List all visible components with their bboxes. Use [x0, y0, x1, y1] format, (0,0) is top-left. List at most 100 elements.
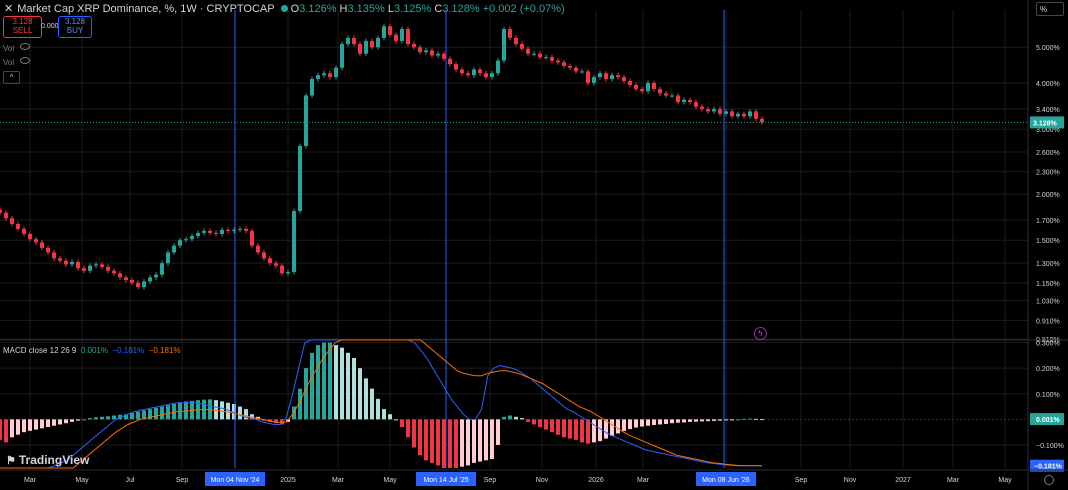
macd-hist-bar — [388, 414, 392, 420]
settings-icon[interactable] — [1044, 475, 1054, 485]
candle-body — [328, 73, 332, 78]
candle-body — [340, 44, 344, 68]
macd-hist-bar — [514, 416, 518, 420]
candle-body — [358, 44, 362, 54]
macd-hist-bar — [400, 419, 404, 428]
candle-body — [100, 264, 104, 267]
legend-row-vol-1[interactable]: Vol — [3, 43, 31, 53]
candle-body — [568, 65, 572, 68]
macd-hist-bar — [610, 419, 614, 436]
time-tick-label: Mar — [947, 477, 960, 484]
macd-tick-label: 0.200% — [1036, 366, 1060, 373]
tradingview-logo-icon: ⚑ — [6, 455, 16, 467]
macd-hist-bar — [736, 419, 740, 421]
candle-body — [574, 67, 578, 72]
time-tick-label: Sep — [484, 477, 497, 484]
price-tick-label: 3.400% — [1036, 107, 1060, 114]
candle-body — [658, 89, 662, 94]
price-tick-label: 1.300% — [1036, 261, 1060, 268]
macd-tick-label: 0.300% — [1036, 341, 1060, 348]
candle-body — [136, 282, 140, 288]
macd-hist-bar — [436, 419, 440, 466]
candle-body — [16, 223, 20, 229]
macd-hist-bar — [130, 412, 134, 420]
price-tick-label: 1.700% — [1036, 218, 1060, 225]
macd-hist-bar — [418, 419, 422, 456]
legend-row-vol-2[interactable]: Vol — [3, 57, 31, 67]
macd-hist-bar — [472, 419, 476, 463]
macd-hist-bar — [358, 368, 362, 420]
tradingview-logo: ⚑ TradingView — [6, 453, 90, 467]
collapse-legend-button[interactable]: ^ — [3, 71, 20, 84]
macd-hist-bar — [544, 419, 548, 430]
time-tick-label: Sep — [176, 477, 189, 484]
candle-body — [184, 239, 188, 241]
candle-body — [280, 265, 284, 274]
candle-body — [88, 265, 92, 271]
candle-body — [490, 73, 494, 78]
eye-icon[interactable] — [20, 43, 31, 50]
macd-hist-bar — [724, 419, 728, 421]
macd-hist-bar — [82, 419, 86, 421]
macd-hist-bar — [160, 406, 164, 420]
candle-body — [292, 210, 296, 273]
macd-hist-bar — [322, 342, 326, 420]
candle-body — [670, 95, 674, 97]
symbol-title[interactable]: Market Cap XRP Dominance, % — [17, 3, 174, 15]
market-status-icon — [280, 5, 288, 12]
macd-hist-bar — [292, 406, 296, 420]
candle-body — [346, 37, 350, 45]
candle-body — [400, 29, 404, 41]
scale-mode-button[interactable]: % — [1036, 2, 1064, 16]
macd-hist-bar — [316, 345, 320, 420]
close-value: 3.128% — [442, 3, 480, 15]
time-marker-label: Mon 04 Nov '24 — [211, 477, 260, 484]
macd-hist-bar — [154, 407, 158, 420]
candle-body — [202, 230, 206, 233]
macd-hist-bar — [574, 419, 578, 440]
macd-hist-bar — [0, 419, 2, 440]
time-tick-label: Mar — [24, 477, 37, 484]
candle-body — [442, 53, 446, 59]
candle-body — [586, 71, 590, 83]
macd-hist-bar — [586, 419, 590, 444]
candle-body — [484, 73, 488, 78]
close-icon[interactable]: ✕ — [4, 3, 13, 15]
macd-hist-bar — [538, 419, 542, 428]
candle-body — [508, 29, 512, 38]
macd-hist-bar — [664, 419, 668, 424]
candle-body — [238, 228, 242, 230]
macd-hist-bar — [328, 342, 332, 420]
candle-body — [418, 47, 422, 53]
sell-button[interactable]: 3.128 SELL — [3, 16, 42, 38]
candle-body — [172, 245, 176, 253]
candle-body — [82, 268, 86, 271]
macd-hist-bar — [106, 416, 110, 420]
candle-body — [700, 106, 704, 110]
buy-button[interactable]: 3.128 BUY — [58, 16, 92, 38]
macd-hist-bar — [70, 419, 74, 422]
macd-hist-bar — [754, 418, 758, 420]
candle-body — [40, 242, 44, 248]
time-tick-label: Nov — [844, 477, 857, 484]
last-price-label: 3.128% — [1033, 120, 1058, 127]
lightning-icon[interactable]: ϟ — [754, 327, 767, 340]
price-tick-label: 2.000% — [1036, 192, 1060, 199]
interval-label[interactable]: 1W — [180, 3, 197, 15]
candle-body — [76, 261, 80, 269]
candle-body — [496, 60, 500, 74]
eye-icon[interactable] — [20, 57, 31, 64]
candle-body — [130, 280, 134, 283]
candle-body — [604, 73, 608, 80]
macd-hist-value: 0.001% — [80, 346, 108, 355]
macd-legend[interactable]: MACD close 12 26 9 0.001% −0.181% −0.181… — [3, 346, 181, 355]
candle-body — [22, 228, 26, 234]
candle-body — [208, 230, 212, 233]
high-value: 3.135% — [347, 3, 385, 15]
chart-canvas[interactable]: 5.000%4.000%3.400%3.000%2.600%2.300%2.00… — [0, 0, 1068, 490]
open-value: 3.126% — [299, 3, 337, 15]
candle-body — [682, 99, 686, 103]
candle-body — [424, 50, 428, 53]
macd-hist-bar — [508, 415, 512, 420]
macd-hist-bar — [748, 418, 752, 420]
